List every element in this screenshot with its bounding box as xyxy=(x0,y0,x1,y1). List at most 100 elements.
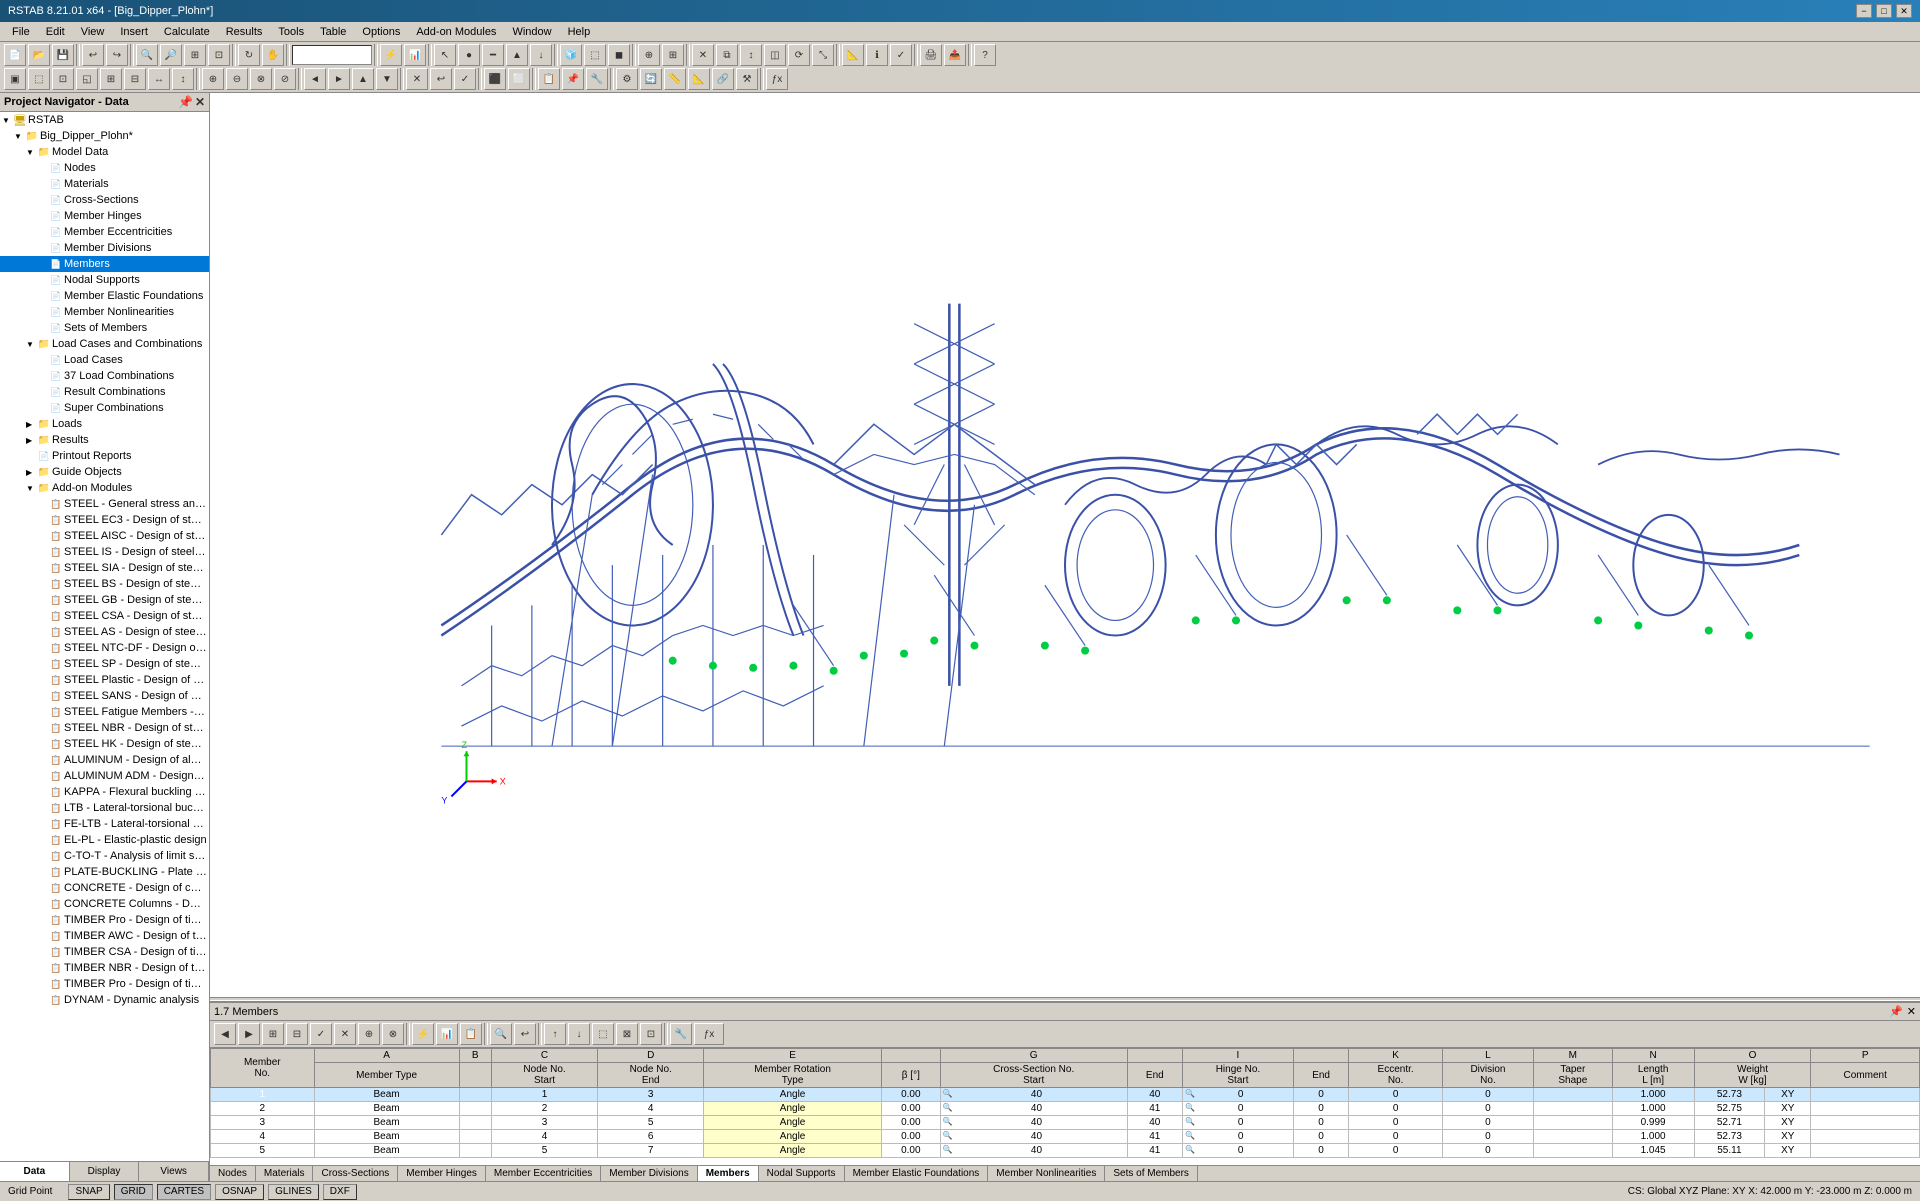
tb2-fx[interactable]: ƒx xyxy=(766,68,788,90)
nav-close[interactable]: ✕ xyxy=(195,95,205,109)
table-tab-member-hinges[interactable]: Member Hinges xyxy=(398,1166,486,1181)
tree-container[interactable]: ▼ 🖥 RSTAB ▼ 📁 Big_Dipper_Plohn* ▼ 📁 Mode… xyxy=(0,112,209,1161)
tb-wireframe[interactable]: ⬚ xyxy=(584,44,606,66)
table-tab-nodal-supports[interactable]: Nodal Supports xyxy=(759,1166,845,1181)
status-btn-dxf[interactable]: DXF xyxy=(323,1184,357,1200)
menu-insert[interactable]: Insert xyxy=(112,24,156,40)
bt-tb1[interactable]: ◀ xyxy=(214,1023,236,1045)
tb2-18[interactable]: ↩ xyxy=(430,68,452,90)
tree-item-sets-of-members[interactable]: 📄 Sets of Members xyxy=(0,320,209,336)
tree-item-member-divisions[interactable]: 📄 Member Divisions xyxy=(0,240,209,256)
tb-load[interactable]: ↓ xyxy=(530,44,552,66)
tb2-29[interactable]: 🔗 xyxy=(712,68,734,90)
tb-pan[interactable]: ✋ xyxy=(262,44,284,66)
tb2-8[interactable]: ↕ xyxy=(172,68,194,90)
tb2-17[interactable]: ✕ xyxy=(406,68,428,90)
tree-item-steel-csa[interactable]: 📋 STEEL CSA - Design of steel mem xyxy=(0,608,209,624)
bt-tb16[interactable]: ⬚ xyxy=(592,1023,614,1045)
tree-item-steel-is[interactable]: 📋 STEEL IS - Design of steel member xyxy=(0,544,209,560)
bt-tb8[interactable]: ⊗ xyxy=(382,1023,404,1045)
menu-calculate[interactable]: Calculate xyxy=(156,24,218,40)
tb-export[interactable]: 📤 xyxy=(944,44,966,66)
tree-item-steel-bs[interactable]: 📋 STEEL BS - Design of steel membe xyxy=(0,576,209,592)
bt-tb19[interactable]: 🔧 xyxy=(670,1023,692,1045)
tree-item-steel-ec3[interactable]: 📋 STEEL EC3 - Design of steel memb xyxy=(0,512,209,528)
tb2-7[interactable]: ↔ xyxy=(148,68,170,90)
table-row[interactable]: 4 Beam 4 6 Angle 0.00 🔍 40 41 🔍 0 0 0 0 … xyxy=(211,1130,1920,1144)
tb2-4[interactable]: ◱ xyxy=(76,68,98,90)
tb-undo[interactable]: ↩ xyxy=(82,44,104,66)
bt-tb4[interactable]: ⊟ xyxy=(286,1023,308,1045)
tree-item-member-hinges[interactable]: 📄 Member Hinges xyxy=(0,208,209,224)
tree-item-timber-awc[interactable]: 📋 TIMBER AWC - Design of timber m xyxy=(0,928,209,944)
menu-edit[interactable]: Edit xyxy=(38,24,73,40)
tb2-2[interactable]: ⬚ xyxy=(28,68,50,90)
tb2-6[interactable]: ⊟ xyxy=(124,68,146,90)
nav-pin[interactable]: 📌 xyxy=(178,95,193,109)
tb-grid[interactable]: ⊞ xyxy=(662,44,684,66)
table-tab-member-nonlinearities[interactable]: Member Nonlinearities xyxy=(988,1166,1105,1181)
tb-mirror[interactable]: ◫ xyxy=(764,44,786,66)
tree-item-steel-ntcdf[interactable]: 📋 STEEL NTC-DF - Design of steel m xyxy=(0,640,209,656)
data-table-wrapper[interactable]: MemberNo. A B C D E G I K L xyxy=(210,1048,1920,1165)
menu-options[interactable]: Options xyxy=(354,24,408,40)
table-tab-member-eccentricities[interactable]: Member Eccentricities xyxy=(486,1166,601,1181)
tree-item-member-eccentricities[interactable]: 📄 Member Eccentricities xyxy=(0,224,209,240)
tb2-3[interactable]: ⊡ xyxy=(52,68,74,90)
tree-item-cross-sections[interactable]: 📄 Cross-Sections xyxy=(0,192,209,208)
tree-item-concrete-columns[interactable]: 📋 CONCRETE Columns - Design of c xyxy=(0,896,209,912)
tb2-9[interactable]: ⊕ xyxy=(202,68,224,90)
tb2-22[interactable]: 📋 xyxy=(538,68,560,90)
table-tab-sets-of-members[interactable]: Sets of Members xyxy=(1105,1166,1198,1181)
bt-tb17[interactable]: ⊠ xyxy=(616,1023,638,1045)
tree-item-members[interactable]: 📄 Members xyxy=(0,256,209,272)
tb-save[interactable]: 💾 xyxy=(52,44,74,66)
bottom-panel-close[interactable]: ✕ xyxy=(1907,1005,1916,1018)
bt-tb7[interactable]: ⊕ xyxy=(358,1023,380,1045)
tb-print[interactable]: 🖨 xyxy=(920,44,942,66)
bt-tb6[interactable]: ✕ xyxy=(334,1023,356,1045)
tb2-24[interactable]: 🔧 xyxy=(586,68,608,90)
tb2-16[interactable]: ▼ xyxy=(376,68,398,90)
bt-tb5[interactable]: ✓ xyxy=(310,1023,332,1045)
bt-tb18[interactable]: ⊡ xyxy=(640,1023,662,1045)
table-row[interactable]: 2 Beam 2 4 Angle 0.00 🔍 40 41 🔍 0 0 0 0 … xyxy=(211,1102,1920,1116)
tb-rotate[interactable]: ↻ xyxy=(238,44,260,66)
tb2-28[interactable]: 📐 xyxy=(688,68,710,90)
nav-tab-views[interactable]: Views xyxy=(139,1162,209,1181)
bt-tb11[interactable]: 📋 xyxy=(460,1023,482,1045)
tree-item-loads[interactable]: ▶ 📁 Loads xyxy=(0,416,209,432)
tb2-27[interactable]: 📏 xyxy=(664,68,686,90)
bt-tb3[interactable]: ⊞ xyxy=(262,1023,284,1045)
nav-tab-display[interactable]: Display xyxy=(70,1162,140,1181)
close-button[interactable]: ✕ xyxy=(1896,4,1912,18)
tree-item-guide-objects[interactable]: ▶ 📁 Guide Objects xyxy=(0,464,209,480)
status-btn-grid[interactable]: GRID xyxy=(114,1184,153,1200)
tree-item-member-nonlinearities[interactable]: 📄 Member Nonlinearities xyxy=(0,304,209,320)
tree-item-aluminum-adm[interactable]: 📋 ALUMINUM ADM - Design of alu xyxy=(0,768,209,784)
tree-item-steel-aisc[interactable]: 📋 STEEL AISC - Design of steel mem xyxy=(0,528,209,544)
tb-redo[interactable]: ↪ xyxy=(106,44,128,66)
tb-support[interactable]: ▲ xyxy=(506,44,528,66)
menu-view[interactable]: View xyxy=(73,24,113,40)
tb-calc[interactable]: ⚡ xyxy=(380,44,402,66)
tb2-15[interactable]: ▲ xyxy=(352,68,374,90)
tb-node[interactable]: ● xyxy=(458,44,480,66)
tree-item-dynam[interactable]: 📋 DYNAM - Dynamic analysis xyxy=(0,992,209,1008)
tree-item-steel-sans[interactable]: 📋 STEEL SANS - Design of steel mem xyxy=(0,688,209,704)
tb-copy[interactable]: ⧉ xyxy=(716,44,738,66)
tree-item-nodal-supports[interactable]: 📄 Nodal Supports xyxy=(0,272,209,288)
table-row[interactable]: 5 Beam 5 7 Angle 0.00 🔍 40 41 🔍 0 0 0 0 … xyxy=(211,1144,1920,1158)
tree-item-steel-as[interactable]: 📋 STEEL AS - Design of steel membe xyxy=(0,624,209,640)
tb2-20[interactable]: ⬛ xyxy=(484,68,506,90)
tree-item-concrete[interactable]: 📋 CONCRETE - Design of concrete m xyxy=(0,880,209,896)
tree-item-printout-reports[interactable]: 📄 Printout Reports xyxy=(0,448,209,464)
tb-rotate2[interactable]: ⟳ xyxy=(788,44,810,66)
menu-addon[interactable]: Add-on Modules xyxy=(408,24,504,40)
bt-tb2[interactable]: ▶ xyxy=(238,1023,260,1045)
tb-delete[interactable]: ✕ xyxy=(692,44,714,66)
bt-tb13[interactable]: ↩ xyxy=(514,1023,536,1045)
tb2-23[interactable]: 📌 xyxy=(562,68,584,90)
tree-item-steel-hk[interactable]: 📋 STEEL HK - Design of steel memb xyxy=(0,736,209,752)
tb2-12[interactable]: ⊘ xyxy=(274,68,296,90)
